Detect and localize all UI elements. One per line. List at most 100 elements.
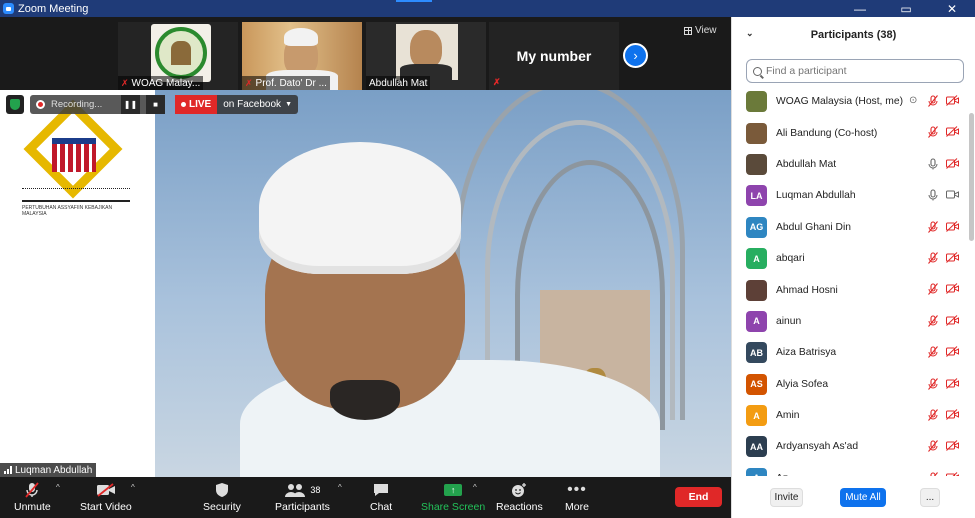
participant-row[interactable]: LA Luqman Abdullah [732,180,968,211]
mic-off-icon: ✗ [121,77,129,88]
record-dot-icon [36,100,45,109]
my-number-tile[interactable]: My number ✗ [489,22,619,90]
participant-thumbnail[interactable]: ✗ WOAG Malay... [118,22,238,90]
participants-options-caret[interactable]: ^ [338,483,342,492]
end-meeting-button[interactable]: End [675,487,722,507]
view-label: View [695,25,717,36]
share-screen-label: Share Screen [421,501,486,513]
mic-muted-icon [928,220,938,236]
search-icon [753,66,762,76]
participants-count: 38 [310,485,321,495]
reactions-label: Reactions [496,501,543,513]
invite-button[interactable]: Invite [770,488,803,507]
live-badge: LIVE [175,95,218,114]
video-icon [946,189,959,203]
share-screen-icon: ↑ [444,482,463,498]
participant-name: ainun [776,315,802,327]
live-stream-indicator[interactable]: LIVE on Facebook ▼ [175,95,298,114]
mic-muted-icon [928,409,938,424]
participant-row[interactable]: A Az... [732,463,968,476]
avatar: AA [746,436,767,458]
mic-muted-icon [928,126,938,141]
avatar: A [746,405,767,427]
participant-thumbnail[interactable]: Abdullah Mat [366,22,486,90]
avatar: LA [746,185,767,207]
participant-name: Alyia Sofea [776,378,829,390]
speaker-cap [259,142,461,274]
video-off-icon [946,440,959,454]
ellipsis-icon: ••• [567,481,587,498]
participants-button[interactable]: 38 Participants [275,477,330,518]
participant-row[interactable]: AA Ardyansyah As'ad [732,431,968,462]
start-video-button[interactable]: Start Video [80,477,132,518]
participant-row[interactable]: Aabqari [732,243,968,274]
mute-all-button[interactable]: Mute All [840,488,886,507]
maximize-button[interactable]: ▭ [883,0,929,17]
encryption-shield-icon[interactable] [6,95,24,114]
participant-row[interactable]: Ahmad Hosni [732,274,968,305]
pause-recording-button[interactable]: ❚❚ [121,95,140,114]
live-target-label: on Facebook [223,99,282,110]
mic-icon [928,158,938,173]
stop-recording-button[interactable]: ■ [146,95,165,114]
reactions-button[interactable]: Reactions [496,477,543,518]
chat-button[interactable]: Chat [370,477,392,518]
chat-icon [373,482,389,498]
speaker-beard [330,380,400,420]
avatar: A [746,310,767,332]
avatar: AG [746,216,767,238]
scrollbar[interactable] [969,113,974,241]
minimize-button[interactable]: — [837,0,883,17]
share-options-caret[interactable]: ^ [473,483,477,492]
woag-logo [151,24,211,82]
audio-options-caret[interactable]: ^ [56,483,60,492]
video-off-icon [946,157,959,172]
active-speaker-video: PERTUBUHAN ASSYAFIIN KEBAJIKAN MALAYSIA … [0,90,731,477]
participant-row[interactable]: Ali Bandung (Co-host) [732,117,968,148]
video-options-caret[interactable]: ^ [131,483,135,492]
participant-cap [284,28,318,46]
search-input[interactable] [766,65,956,77]
participant-row[interactable]: WOAG Malaysia (Host, me) ⊙ [732,86,968,117]
avatar [746,279,767,301]
participants-label: Participants [275,501,330,513]
title-bar: Zoom Meeting — ▭ ✕ [0,0,975,17]
security-button[interactable]: Security [203,477,241,518]
speaker-scene [155,90,731,477]
participant-search[interactable] [746,59,964,83]
chevron-down-icon[interactable]: ⌄ [746,28,754,39]
recording-icon: ⊙ [909,95,918,106]
mic-muted-icon [25,482,40,498]
more-options-button[interactable]: ... [920,488,940,507]
participant-row[interactable]: AB Aiza Batrisya [732,337,968,368]
security-label: Security [203,501,241,513]
zoom-logo-icon [3,3,14,14]
live-target: on Facebook ▼ [217,99,298,110]
thumbnail-label: ✗ Prof. Dato' Dr ... [242,76,330,90]
thumbnail-name: Abdullah Mat [369,77,428,89]
speaker-name-tag: Luqman Abdullah [0,463,97,477]
panel-header: ⌄ Participants (38) [732,17,975,52]
thumbnail-name: WOAG Malay... [131,77,201,89]
video-off-icon [946,377,959,392]
video-off-icon [946,220,959,235]
title-accent [396,0,432,2]
video-off-icon [946,346,959,360]
chevron-right-icon: › [633,48,638,63]
participant-row[interactable]: AG Abdul Ghani Din [732,212,968,243]
video-off-icon [946,314,959,329]
participant-row[interactable]: A Amin [732,400,968,431]
video-off-icon [946,252,959,266]
participant-thumbnail[interactable]: ✗ Prof. Dato' Dr ... [242,22,362,90]
mic-muted-icon [928,252,938,267]
participant-row[interactable]: AS Alyia Sofea [732,369,968,400]
mic-muted-icon [928,440,938,455]
unmute-button[interactable]: Unmute [14,477,51,518]
participant-row[interactable]: Abdullah Mat [732,149,968,180]
participant-row[interactable]: Aainun [732,306,968,337]
close-button[interactable]: ✕ [929,0,975,17]
panel-footer: Invite Mute All ... [732,480,975,518]
next-page-button[interactable]: › [623,43,648,68]
view-button[interactable]: View [684,23,722,38]
more-button[interactable]: ••• More [565,477,589,518]
